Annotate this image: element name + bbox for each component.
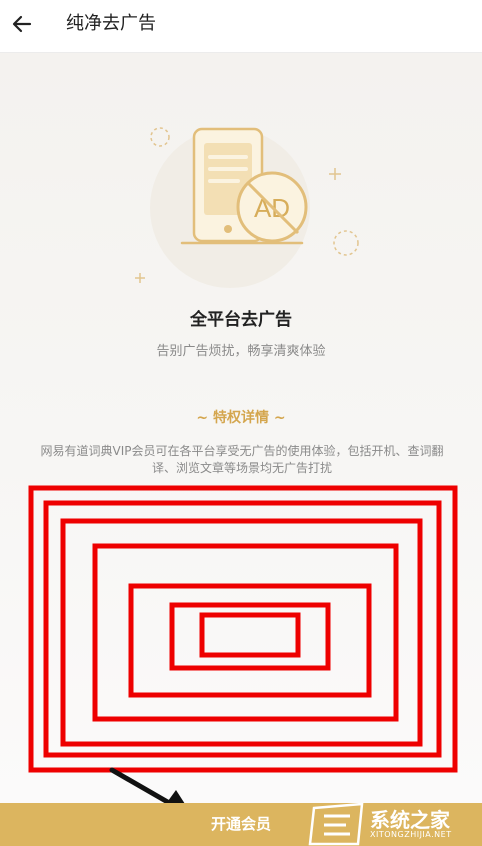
no-ads-illustration: AD (135, 127, 359, 288)
privilege-details-heading: ~ 特权详情 ~ (196, 410, 286, 426)
watermark-url: XITONGZHIJIA.NET (370, 830, 452, 839)
feature-subtitle: 告别广告烦扰，畅享清爽体验 (156, 344, 326, 359)
privilege-description: 网易有道词典VIP会员可在各平台享受无广告的使用体验，包括开机、查词翻译、浏览文… (40, 444, 444, 475)
main-content: AD 全平台去广告 告别广告烦扰，畅享清爽体验 ~ 特权详情 ~ 网易有道词典V… (0, 53, 482, 803)
watermark-brand: 系统之家 (370, 808, 450, 832)
page-title: 纯净去广告 (66, 13, 156, 34)
feature-title: 全平台去广告 (190, 310, 292, 330)
top-bar: 纯净去广告 (0, 0, 482, 53)
back-arrow-icon[interactable] (10, 12, 34, 36)
